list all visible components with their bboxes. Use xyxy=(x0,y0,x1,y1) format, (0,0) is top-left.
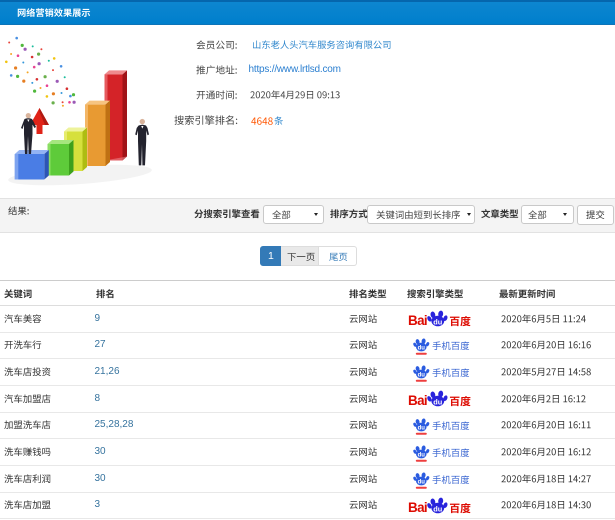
svg-text:du: du xyxy=(417,426,425,432)
svg-text:du: du xyxy=(417,373,425,379)
svg-text:du: du xyxy=(417,453,425,459)
svg-text:du: du xyxy=(417,479,425,485)
svg-text:Bai: Bai xyxy=(408,393,427,408)
svg-text:Bai: Bai xyxy=(408,500,427,515)
svg-text:du: du xyxy=(417,346,425,352)
svg-text:Bai: Bai xyxy=(408,313,427,328)
